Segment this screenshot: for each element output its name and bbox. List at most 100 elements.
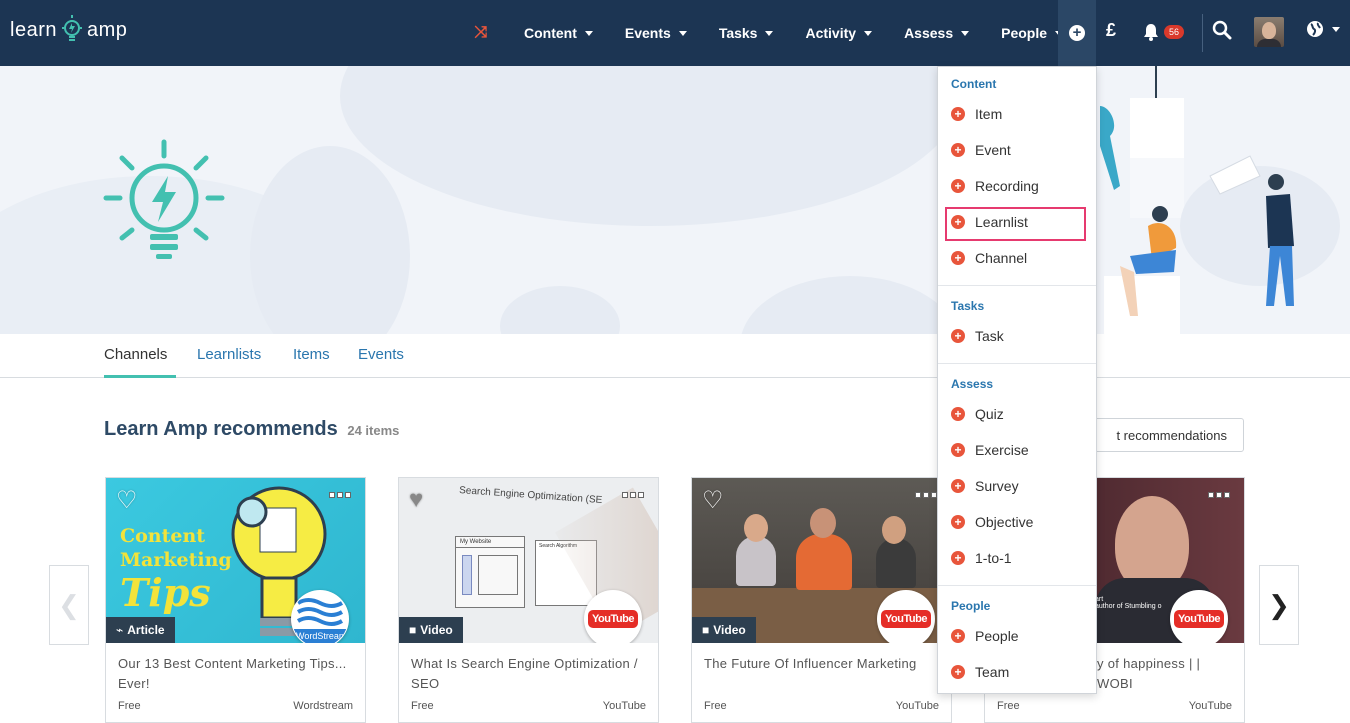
section-title-text: Learn Amp recommends: [104, 418, 338, 440]
nav-content-label: Content: [524, 25, 577, 41]
nav-events[interactable]: Events: [625, 25, 687, 41]
dropdown-item-objective[interactable]: + Objective: [951, 512, 1033, 532]
nav-people[interactable]: People: [1001, 25, 1064, 41]
dropdown-item-event[interactable]: + Event: [951, 140, 1011, 160]
logo-text-right: amp: [86, 18, 128, 41]
dropdown-item-label: Quiz: [975, 406, 1004, 422]
plus-circle-icon: +: [951, 107, 965, 121]
plus-circle-icon: +: [951, 251, 965, 265]
content-type-label: ■ Video: [692, 617, 756, 643]
favorite-heart-icon[interactable]: ♥: [409, 486, 423, 514]
tab-channels[interactable]: Channels: [104, 346, 167, 363]
dropdown-item-recording[interactable]: + Recording: [951, 176, 1039, 196]
tab-learnlists[interactable]: Learnlists: [197, 346, 261, 363]
content-card[interactable]: ♡ ■ Video YouTube The Future Of Influence…: [691, 477, 952, 723]
notifications-button[interactable]: 56: [1142, 20, 1192, 44]
currency-button[interactable]: £: [1106, 20, 1116, 41]
dropdown-item-label: Recording: [975, 178, 1039, 194]
nav-tasks-label: Tasks: [718, 25, 758, 41]
thumb-caption-line: author of Stumbling o: [1095, 603, 1162, 610]
create-menu-button[interactable]: +: [1058, 0, 1096, 66]
dropdown-item-learnlist[interactable]: + Learnlist: [951, 212, 1028, 232]
dropdown-item-label: Task: [975, 328, 1004, 344]
language-menu[interactable]: [1306, 20, 1340, 38]
dropdown-item-label: 1-to-1: [975, 550, 1012, 566]
thumb-sketch-label: My Website: [456, 537, 524, 548]
dropdown-item-label: Exercise: [975, 442, 1029, 458]
hero-blob: [340, 66, 960, 226]
plus-circle-icon: +: [951, 215, 965, 229]
dropdown-item-one-to-one[interactable]: +1-to-1: [951, 548, 1012, 568]
search-button[interactable]: [1212, 20, 1232, 45]
dropdown-item-label: Channel: [975, 250, 1028, 266]
plus-circle-icon: +: [1069, 25, 1085, 41]
source-logo: YouTube: [1170, 590, 1228, 643]
youtube-logo: YouTube: [881, 610, 931, 628]
avatar-face: [1262, 22, 1276, 39]
shuffle-icon[interactable]: ⤨: [466, 24, 496, 42]
dropdown-item-quiz[interactable]: + Quiz: [951, 404, 1004, 424]
chevron-right-icon: ❯: [1268, 589, 1290, 620]
card-thumbnail: Content Marketing Tips ♡ ⌁ Article WordSt…: [106, 478, 365, 643]
dropdown-item-label: Event: [975, 142, 1011, 158]
user-avatar[interactable]: [1254, 17, 1284, 47]
section-title: Learn Amp recommends 24 items: [104, 418, 399, 441]
dropdown-item-label: Learnlist: [975, 214, 1028, 230]
chevron-down-icon: [584, 30, 593, 36]
nav-activity[interactable]: Activity: [805, 25, 873, 41]
dropdown-item-survey[interactable]: + Survey: [951, 476, 1019, 496]
thumb-sketch-box: My Website: [455, 536, 525, 608]
tab-events[interactable]: Events: [358, 346, 404, 363]
dropdown-item-people[interactable]: + People: [951, 626, 1019, 646]
carousel-prev-button[interactable]: ❮: [49, 565, 89, 645]
wordstream-label: WordStream: [292, 629, 348, 643]
nav-assess-label: Assess: [904, 25, 954, 41]
card-source: YouTube: [895, 700, 939, 712]
card-price: Free: [411, 700, 434, 712]
dropdown-heading-content: Content: [951, 77, 997, 91]
nav-activity-label: Activity: [805, 25, 857, 41]
create-dropdown-menu: Content + Item + Event + Recording + Learnli…: [937, 66, 1097, 694]
dropdown-item-label: People: [975, 628, 1019, 644]
card-title[interactable]: The Future Of Influencer Marketing: [704, 654, 944, 674]
nav-tasks[interactable]: Tasks: [719, 25, 774, 41]
card-price: Free: [118, 700, 141, 712]
video-camera-icon: ■: [409, 623, 417, 637]
card-title[interactable]: Our 13 Best Content Marketing Tips... Ev…: [118, 654, 358, 694]
dropdown-heading-tasks: Tasks: [951, 299, 985, 313]
thumb-headline-line: Marketing: [120, 549, 232, 571]
content-card[interactable]: Search Engine Optimization (SE My Websit…: [398, 477, 659, 723]
dropdown-item-label: Item: [975, 106, 1003, 122]
favorite-heart-icon[interactable]: ♡: [702, 486, 724, 515]
learn-amp-logo[interactable]: learn amp: [10, 12, 127, 48]
dropdown-item-team[interactable]: + Team: [951, 662, 1009, 682]
recommendations-button[interactable]: t recommendations: [1080, 418, 1244, 452]
card-more-menu[interactable]: [329, 492, 351, 498]
source-logo: YouTube: [877, 590, 935, 643]
chevron-left-icon: ❮: [58, 589, 80, 620]
card-more-menu[interactable]: [622, 492, 644, 498]
card-title[interactable]: y of happiness | | WOBI: [1097, 654, 1237, 694]
thumb-headline-line: Tips: [120, 570, 211, 615]
plus-circle-icon: +: [951, 515, 965, 529]
content-card[interactable]: Content Marketing Tips ♡ ⌁ Article WordSt…: [105, 477, 366, 723]
hero-banner: [0, 66, 1350, 334]
video-camera-icon: ■: [702, 623, 710, 637]
dropdown-item-task[interactable]: + Task: [951, 326, 1004, 346]
nav-content[interactable]: Content: [524, 25, 593, 41]
carousel-next-button[interactable]: ❯: [1259, 565, 1299, 645]
nav-events-label: Events: [624, 25, 671, 41]
nav-assess[interactable]: Assess: [904, 25, 970, 41]
card-more-menu[interactable]: [1208, 492, 1230, 498]
tab-items[interactable]: Items: [293, 346, 330, 363]
card-source: Wordstream: [293, 700, 353, 712]
dropdown-item-exercise[interactable]: + Exercise: [951, 440, 1029, 460]
favorite-heart-icon[interactable]: ♡: [116, 486, 138, 515]
thumb-caption-line: art: [1095, 596, 1104, 603]
source-logo: YouTube: [584, 590, 642, 643]
hero-illustration: [1100, 66, 1340, 334]
dropdown-item-channel[interactable]: + Channel: [951, 248, 1027, 268]
card-more-menu[interactable]: [915, 492, 937, 498]
card-title[interactable]: What Is Search Engine Optimization / SEO: [411, 654, 651, 694]
dropdown-item-item[interactable]: + Item: [951, 104, 1002, 124]
